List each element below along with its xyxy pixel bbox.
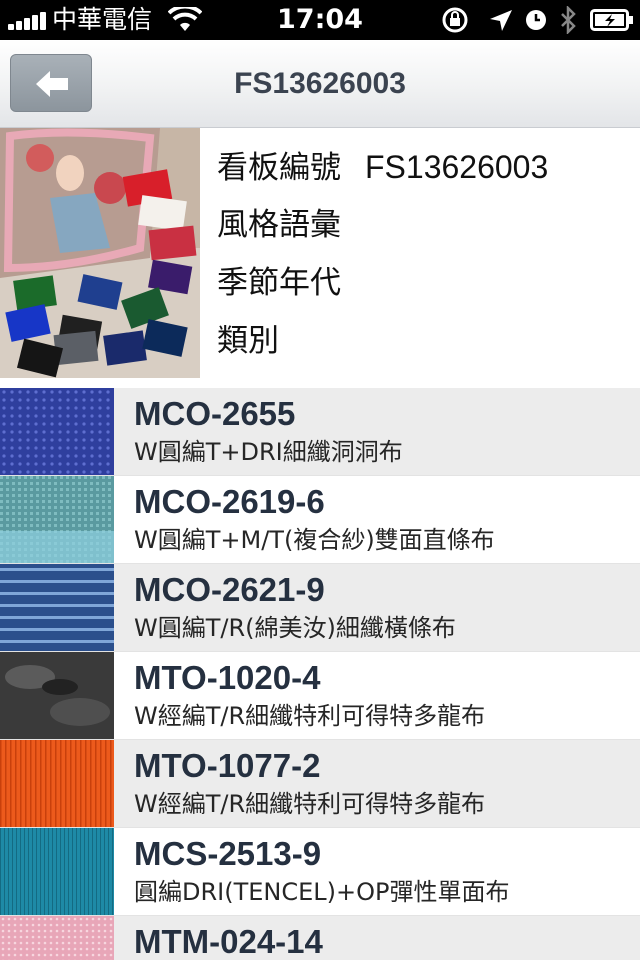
list-item[interactable]: MTM-024-14 — [0, 916, 640, 960]
season-label: 季節年代 — [217, 265, 341, 301]
fabric-swatch — [0, 564, 114, 651]
fabric-description: W圓編T+DRI細纖洞洞布 — [134, 438, 403, 466]
fabric-swatch — [0, 740, 114, 827]
fabric-description: W經編T/R細纖特利可得特多龍布 — [134, 790, 486, 818]
style-label: 風格語彙 — [217, 207, 341, 243]
fabric-description: W圓編T+M/T(複合紗)雙面直條布 — [134, 526, 495, 554]
back-button[interactable] — [10, 54, 92, 112]
status-bar: 中華電信 17:04 — [0, 0, 640, 40]
list-item[interactable]: MTO-1077-2 W經編T/R細纖特利可得特多龍布 — [0, 740, 640, 828]
board-number-line: 看板編號 FS13626003 — [217, 147, 548, 188]
fabric-description: W圓編T/R(綿美汝)細纖橫條布 — [134, 614, 456, 642]
fabric-code: MTM-024-14 — [134, 923, 323, 960]
list-item[interactable]: MCS-2513-9 圓編DRI(TENCEL)+OP彈性單面布 — [0, 828, 640, 916]
fabric-code: MCO-2621-9 — [134, 571, 325, 608]
battery-icon — [590, 9, 633, 31]
back-arrow-icon — [36, 71, 68, 97]
fabric-code: MCO-2655 — [134, 395, 296, 432]
fabric-swatch — [0, 476, 114, 563]
navigation-bar: FS13626003 — [0, 40, 640, 128]
board-number-value: FS13626003 — [365, 149, 549, 185]
list-item[interactable]: MCO-2621-9 W圓編T/R(綿美汝)細纖橫條布 — [0, 564, 640, 652]
alarm-clock-icon — [526, 10, 546, 30]
fabric-swatch — [0, 652, 114, 739]
fabric-list: MCO-2655 W圓編T+DRI細纖洞洞布 MCO-2619-6 W圓編T+M… — [0, 388, 640, 960]
rotation-lock-icon — [442, 7, 468, 33]
fabric-description: 圓編DRI(TENCEL)+OP彈性單面布 — [134, 878, 510, 906]
fabric-code: MCS-2513-9 — [134, 835, 322, 872]
fabric-swatch — [0, 388, 114, 475]
fabric-code: MCO-2619-6 — [134, 483, 325, 520]
list-item[interactable]: MTO-1020-4 W經編T/R細纖特利可得特多龍布 — [0, 652, 640, 740]
board-detail: 看板編號 FS13626003 風格語彙 季節年代 類別 — [0, 128, 640, 386]
fabric-description: W經編T/R細纖特利可得特多龍布 — [134, 702, 486, 730]
board-number-label: 看板編號 — [217, 150, 341, 186]
bluetooth-icon — [561, 6, 576, 34]
list-item[interactable]: MCO-2655 W圓編T+DRI細纖洞洞布 — [0, 388, 640, 476]
location-arrow-icon — [490, 10, 512, 31]
category-label: 類別 — [217, 323, 279, 359]
fabric-swatch — [0, 828, 114, 915]
board-photo — [0, 128, 200, 378]
fabric-code: MTO-1077-2 — [134, 747, 321, 784]
page-title: FS13626003 — [234, 67, 406, 100]
list-item[interactable]: MCO-2619-6 W圓編T+M/T(複合紗)雙面直條布 — [0, 476, 640, 564]
fabric-code: MTO-1020-4 — [134, 659, 321, 696]
fabric-swatch — [0, 916, 114, 960]
